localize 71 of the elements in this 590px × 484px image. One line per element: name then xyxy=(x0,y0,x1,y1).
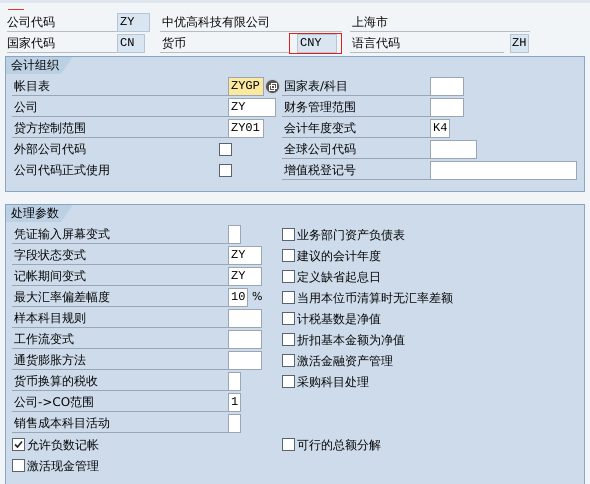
checkbox[interactable] xyxy=(219,164,232,177)
checkbox-label: 定义缺省起息日 xyxy=(297,268,381,286)
input-field[interactable] xyxy=(430,140,477,159)
input-field[interactable] xyxy=(228,330,262,349)
field-label: 货币 xyxy=(160,34,289,53)
field-label: 公司->CO范围 xyxy=(12,393,228,412)
company-name-text: 中优高科技有限公司 xyxy=(160,13,342,32)
field-label: 销售成本科目活动 xyxy=(12,414,228,433)
status-mark xyxy=(8,9,24,10)
checkbox[interactable] xyxy=(282,333,295,346)
field-label: 公司代码正式使用 xyxy=(13,162,111,179)
checkbox[interactable] xyxy=(282,228,295,241)
field-label: 公司 xyxy=(12,98,228,117)
checkbox-label: 激活现金管理 xyxy=(27,458,99,474)
checkbox-label: 计税基数是净值 xyxy=(297,310,381,328)
checkbox[interactable] xyxy=(282,270,295,283)
input-field[interactable] xyxy=(430,77,464,96)
checkbox-label: 可行的总额分解 xyxy=(297,436,381,454)
input-field[interactable]: 10 xyxy=(228,288,248,307)
input-field[interactable] xyxy=(228,414,241,433)
field-label: 帐目表 xyxy=(12,77,228,96)
field-label: 记帐期间变式 xyxy=(12,267,228,286)
city-text: 上海市 xyxy=(350,13,530,32)
field-label: 工作流变式 xyxy=(12,330,228,349)
field-label: 外部公司代码 xyxy=(13,141,87,158)
checkbox[interactable] xyxy=(12,438,25,451)
display-field: ZY xyxy=(117,13,150,32)
checkbox-label: 业务部门资产负债表 xyxy=(297,226,405,244)
display-field: ZH xyxy=(510,34,529,53)
display-field: CNY xyxy=(289,33,342,54)
input-field[interactable] xyxy=(228,225,241,244)
checkbox-label: 激活金融资产管理 xyxy=(297,352,393,370)
field-label: 语言代码 xyxy=(350,34,504,53)
input-field[interactable] xyxy=(228,309,262,328)
group-title: 处理参数 xyxy=(6,205,73,222)
input-field[interactable]: K4 xyxy=(430,119,450,138)
checkbox-label: 当用本位币清算时无汇率差额 xyxy=(297,290,453,306)
checkbox[interactable] xyxy=(219,143,232,156)
checkmark-icon xyxy=(14,440,23,449)
field-label: 样本科目规则 xyxy=(12,309,228,328)
checkbox-label: 折扣基本金额为净值 xyxy=(297,332,405,348)
checkbox[interactable] xyxy=(282,438,295,451)
checkbox[interactable] xyxy=(282,354,295,367)
field-label: 贷方控制范围 xyxy=(12,119,228,138)
input-field[interactable]: ZY xyxy=(228,267,262,286)
display-field: CN xyxy=(117,34,145,53)
input-field[interactable]: ZY01 xyxy=(228,119,264,138)
input-field[interactable]: ZY xyxy=(228,246,262,265)
input-field[interactable] xyxy=(430,98,464,117)
checkbox[interactable] xyxy=(282,249,295,262)
input-field[interactable]: 1 xyxy=(228,393,241,412)
input-field[interactable] xyxy=(228,351,262,370)
group-title: 会计组织 xyxy=(6,57,73,74)
checkbox[interactable] xyxy=(282,312,295,325)
input-field[interactable]: ZYGP xyxy=(228,77,264,96)
field-label: 货币换算的税收 xyxy=(12,372,228,391)
input-field[interactable] xyxy=(430,161,577,180)
field-label: 通货膨胀方法 xyxy=(12,351,228,370)
field-label: 最大汇率偏差幅度 xyxy=(12,288,228,307)
checkbox-label: 建议的会计年度 xyxy=(297,248,381,264)
field-label: 凭证输入屏幕变式 xyxy=(12,225,228,244)
input-field[interactable] xyxy=(228,372,241,391)
checkbox-label: 允许负数记帐 xyxy=(27,436,99,454)
value-help-icon[interactable] xyxy=(265,79,280,94)
checkbox-label: 采购科目处理 xyxy=(297,374,369,390)
checkbox[interactable] xyxy=(12,459,25,472)
input-field[interactable]: ZY xyxy=(228,98,276,117)
unit-label: % xyxy=(252,289,262,306)
field-label: 字段状态变式 xyxy=(12,246,228,265)
checkbox[interactable] xyxy=(282,291,295,304)
checkbox[interactable] xyxy=(282,375,295,388)
